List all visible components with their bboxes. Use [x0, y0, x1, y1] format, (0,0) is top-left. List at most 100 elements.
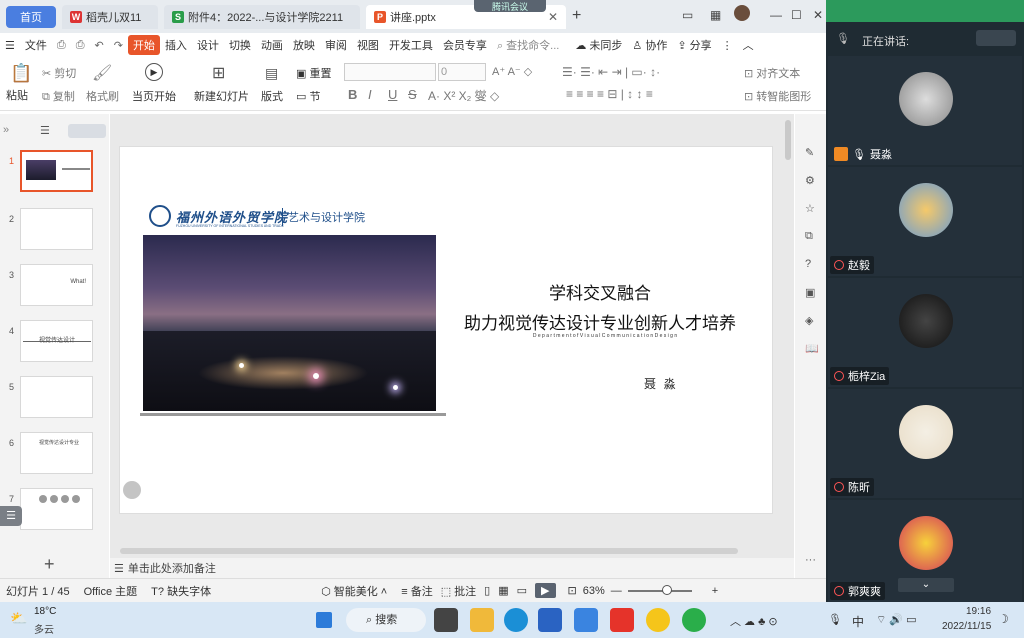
- cut-button[interactable]: ✂ 剪切: [42, 65, 76, 81]
- network-volume-icons[interactable]: ⌔ 🔊 ▭: [876, 613, 917, 627]
- slide-thumb-3[interactable]: What!: [20, 264, 93, 306]
- add-slide-button[interactable]: +: [44, 554, 55, 575]
- reading-view-icon[interactable]: ▭: [517, 584, 527, 597]
- file-explorer-icon[interactable]: [470, 608, 494, 632]
- redo-icon[interactable]: ↷: [109, 39, 128, 52]
- slide-canvas[interactable]: 福州外语外贸学院 FUZHOU UNIVERSITY OF INTERNATIO…: [119, 146, 773, 514]
- zoom-slider[interactable]: [627, 584, 692, 595]
- format-painter-button[interactable]: 格式刷: [86, 88, 119, 104]
- smart-graphic-button[interactable]: ⊡ 转智能图形: [744, 88, 811, 104]
- zoom-level[interactable]: 63%: [583, 585, 605, 597]
- maximize-icon[interactable]: ☐: [791, 8, 802, 22]
- tab-home[interactable]: 首页: [6, 6, 56, 28]
- menu-file[interactable]: 文件: [20, 37, 52, 53]
- avatar[interactable]: [734, 5, 750, 21]
- menu-item-start[interactable]: 开始: [127, 35, 160, 55]
- collapse-panel-button[interactable]: [976, 30, 1016, 46]
- animation-icon[interactable]: ☆: [805, 202, 815, 215]
- location-icon[interactable]: ◈: [805, 314, 813, 327]
- zoom-in-button[interactable]: +: [712, 585, 718, 597]
- expand-panel-icon[interactable]: »: [3, 124, 9, 136]
- beautify-button[interactable]: ⬡ 智能美化 ˄: [321, 583, 387, 599]
- weather-temp[interactable]: 18°C: [34, 606, 56, 617]
- participant-tile-5[interactable]: ⌄ 郭爽爽: [828, 500, 1022, 602]
- wps-icon[interactable]: [610, 608, 634, 632]
- missing-font-button[interactable]: T? 缺失字体: [151, 583, 211, 599]
- reset-button[interactable]: ▣ 重置: [296, 65, 331, 81]
- menu-item-insert[interactable]: 插入: [160, 37, 192, 53]
- align-icons[interactable]: ≡ ≡ ≡ ≡ ⊟ | ↕ ↕ ≡: [566, 87, 653, 101]
- start-icon[interactable]: [316, 612, 332, 628]
- ime-indicator[interactable]: 中: [852, 613, 864, 630]
- slide-thumb-4[interactable]: 视觉传达设计: [20, 320, 93, 362]
- menu-item-transition[interactable]: 切换: [224, 37, 256, 53]
- store-icon[interactable]: [538, 608, 562, 632]
- search-command[interactable]: ⌕ 查找命令...: [492, 37, 564, 53]
- paste-icon[interactable]: 📋: [10, 63, 32, 84]
- minimize-icon[interactable]: —: [770, 8, 782, 22]
- fit-icon[interactable]: ⊡: [568, 584, 577, 597]
- new-slide-icon[interactable]: ⊞: [212, 63, 225, 83]
- transition-icon[interactable]: ⧉: [805, 230, 813, 243]
- horizontal-scrollbar[interactable]: [120, 548, 738, 554]
- copy-button[interactable]: ⧉ 复制: [42, 88, 75, 104]
- app-icon[interactable]: [646, 608, 670, 632]
- menu-item-devtools[interactable]: 开发工具: [384, 37, 438, 53]
- format-painter-icon[interactable]: 🖌: [92, 63, 112, 83]
- meeting-app-icon[interactable]: [574, 608, 598, 632]
- comments-toggle[interactable]: ⬚ 批注: [441, 583, 476, 599]
- menu-item-vip[interactable]: 会员专享: [438, 37, 492, 53]
- participant-tile-1[interactable]: 🎙 聂淼: [828, 56, 1022, 165]
- share-button[interactable]: ⇪ 分享: [672, 37, 716, 53]
- more-tools-icon[interactable]: ···: [805, 554, 816, 566]
- undo-icon[interactable]: ↶: [90, 39, 109, 52]
- list-icons[interactable]: ☰· ☰· ⇤ ⇥ | ▭· ↕·: [562, 65, 660, 79]
- layout-icon[interactable]: ▤: [265, 65, 278, 82]
- wechat-icon[interactable]: [682, 608, 706, 632]
- normal-view-icon[interactable]: ▯: [484, 584, 490, 597]
- participant-tile-3[interactable]: 栀梓Zia: [828, 278, 1022, 387]
- theme-name[interactable]: Office 主题: [84, 583, 138, 599]
- font-size-input[interactable]: 0: [438, 63, 486, 81]
- bold-button[interactable]: B: [348, 87, 357, 102]
- add-tab-button[interactable]: +: [572, 7, 581, 25]
- layout-icon[interactable]: ▭: [682, 8, 693, 22]
- slide-thumb-2[interactable]: [20, 208, 93, 250]
- menu-item-design[interactable]: 设计: [192, 37, 224, 53]
- new-slide-button[interactable]: 新建幻灯片: [194, 88, 249, 104]
- font-color-icon[interactable]: A· X² X₂ 燮 ◇: [428, 87, 499, 104]
- book-icon[interactable]: 📖: [805, 342, 819, 355]
- collab-button[interactable]: ♙ 协作: [627, 37, 672, 53]
- edge-icon[interactable]: [504, 608, 528, 632]
- slide-thumb-5[interactable]: [20, 376, 93, 418]
- sorter-view-icon[interactable]: ▦: [498, 584, 508, 597]
- task-view-icon[interactable]: [434, 608, 458, 632]
- outline-view-icon[interactable]: ☰: [40, 124, 50, 137]
- clock-time[interactable]: 19:16: [966, 606, 991, 617]
- play-slideshow-button[interactable]: ▶: [535, 583, 556, 598]
- grow-font-icon[interactable]: A⁺ A⁻ ◇: [492, 65, 532, 78]
- notes-toggle[interactable]: ≡ 备注: [401, 583, 432, 599]
- settings-icon[interactable]: ⚙: [805, 174, 815, 187]
- menu-item-animation[interactable]: 动画: [256, 37, 288, 53]
- collapse-ribbon-icon[interactable]: ︿: [738, 37, 759, 53]
- slide-thumb-7[interactable]: [20, 488, 93, 530]
- notes-pane[interactable]: ☰ 单击此处添加备注: [110, 558, 794, 578]
- clock-date[interactable]: 2022/11/15: [942, 621, 991, 632]
- section-button[interactable]: ▭ 节: [296, 88, 320, 104]
- slide-thumb-6[interactable]: 视觉传达设计专业: [20, 432, 93, 474]
- play-icon[interactable]: ▶: [145, 63, 163, 81]
- help-icon[interactable]: ?: [805, 258, 811, 270]
- image-icon[interactable]: ▣: [805, 286, 815, 299]
- meeting-badge[interactable]: 腾讯会议: [474, 0, 546, 12]
- tab-doc1[interactable]: W 稻壳儿双11: [62, 5, 158, 29]
- menu-item-review[interactable]: 审阅: [320, 37, 352, 53]
- zoom-out-button[interactable]: —: [611, 585, 622, 597]
- menu-item-view[interactable]: 视图: [352, 37, 384, 53]
- window-close-icon[interactable]: ✕: [813, 8, 823, 22]
- unsynced-button[interactable]: ☁ 未同步: [570, 37, 627, 53]
- notification-icon[interactable]: ☽: [998, 612, 1009, 626]
- vertical-scrollbar[interactable]: [785, 120, 791, 160]
- scroll-down-icon[interactable]: ⌄: [898, 578, 954, 592]
- participant-tile-2[interactable]: 赵毅: [828, 167, 1022, 276]
